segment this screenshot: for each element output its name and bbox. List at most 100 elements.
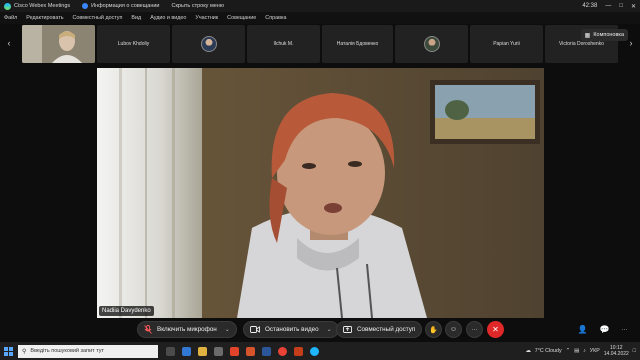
participants-icon: 👤 xyxy=(577,325,588,334)
menu-edit[interactable]: Редактировать xyxy=(26,15,63,21)
word-icon[interactable] xyxy=(262,346,271,356)
more-icon: ··· xyxy=(621,326,628,333)
hand-icon: ✋ xyxy=(429,326,438,334)
chrome-icon[interactable] xyxy=(278,346,287,356)
search-icon: ⚲ xyxy=(22,348,27,355)
main-video[interactable]: Nadiia Davydenko xyxy=(97,68,544,318)
menu-participant[interactable]: Участник xyxy=(195,15,218,21)
meeting-info-label: Информация о совещании xyxy=(91,3,160,9)
speaker-video-feed xyxy=(97,68,544,318)
menu-meeting[interactable]: Совещание xyxy=(227,15,256,21)
file-explorer-icon[interactable] xyxy=(198,346,207,356)
participant-name: Papian Yurii xyxy=(493,41,520,47)
participant-tile-lubov[interactable]: Lubov Khdoliy xyxy=(97,25,170,63)
chat-panel-button[interactable]: 💬 xyxy=(596,321,613,338)
unmute-button[interactable]: Включить микрофон ⌄ xyxy=(137,321,237,338)
taskbar-search[interactable]: ⚲ Введіть пошуковий запит тут xyxy=(18,344,158,358)
strip-next-icon[interactable]: › xyxy=(626,37,636,49)
share-button[interactable]: Совместный доступ xyxy=(336,321,423,338)
more-options-button[interactable]: ··· xyxy=(466,321,483,338)
window-controls: 42:38 — □ ✕ xyxy=(582,3,640,10)
taskbar-apps xyxy=(166,346,319,356)
edge-icon[interactable] xyxy=(182,346,191,356)
layout-label: Компоновка xyxy=(593,32,624,38)
webex-taskbar-icon[interactable] xyxy=(310,346,319,356)
menu-file[interactable]: Файл xyxy=(4,15,17,21)
participant-tile-natalia[interactable]: Наталія Бдовенко xyxy=(322,25,393,63)
task-view-icon[interactable] xyxy=(166,346,175,356)
participant-tile-avatar-1[interactable] xyxy=(172,25,245,63)
menu-audio-video[interactable]: Аудио и видео xyxy=(150,15,186,21)
system-tray: ☁ 7°C Cloudy ⌃ ▤ ♪ УКР 10:12 14.04.2022 … xyxy=(526,345,640,357)
search-placeholder: Введіть пошуковий запит тут xyxy=(30,348,105,354)
info-icon xyxy=(82,3,89,9)
chat-icon: 💬 xyxy=(599,325,610,334)
minimize-icon[interactable]: — xyxy=(605,3,611,9)
taskbar-clock[interactable]: 10:12 14.04.2022 xyxy=(604,345,629,357)
webex-window: Cisco Webex Meetings Информация о совеща… xyxy=(0,0,640,360)
avatar xyxy=(423,36,440,52)
menu-help[interactable]: Справка xyxy=(265,15,286,21)
menu-bar: Файл Редактировать Совместный доступ Вид… xyxy=(0,12,640,24)
weather-icon: ☁ xyxy=(525,348,531,354)
strip-prev-icon[interactable]: ‹ xyxy=(4,37,14,49)
chevron-down-icon[interactable]: ⌄ xyxy=(225,326,230,333)
opera-icon[interactable] xyxy=(230,346,239,356)
weather-text[interactable]: 7°C Cloudy xyxy=(535,348,562,354)
smiley-icon: ☺ xyxy=(449,326,458,333)
avatar xyxy=(200,36,217,52)
app-title: Cisco Webex Meetings xyxy=(14,3,71,9)
hide-menu-button[interactable]: Скрыть строку меню xyxy=(172,3,224,9)
video-camera-icon xyxy=(250,326,260,333)
reactions-button[interactable]: ☺ xyxy=(445,321,462,338)
store-icon[interactable] xyxy=(214,346,223,356)
participant-tile-ilchuk[interactable]: Ilchuk M. xyxy=(247,25,320,63)
webex-logo-icon xyxy=(4,2,11,10)
menu-share[interactable]: Совместный доступ xyxy=(73,15,123,21)
office-icon[interactable] xyxy=(246,346,255,356)
windows-start-icon[interactable] xyxy=(4,346,13,356)
network-icon[interactable]: ▤ xyxy=(574,348,579,354)
participant-name: Victoria Doroshenko xyxy=(559,41,604,47)
title-bar: Cisco Webex Meetings Информация о совеща… xyxy=(0,0,640,12)
layout-button[interactable]: ▦ Компоновка xyxy=(580,29,628,41)
meeting-clock: 42:38 xyxy=(582,3,598,9)
stop-video-button[interactable]: Остановить видео ⌄ xyxy=(243,321,339,338)
more-icon: ··· xyxy=(471,326,478,333)
panel-more-button[interactable]: ··· xyxy=(616,321,633,338)
layout-icon: ▦ xyxy=(584,32,591,39)
participant-tile-papian[interactable]: Papian Yurii xyxy=(470,25,543,63)
language-indicator[interactable]: УКР xyxy=(590,348,600,354)
share-icon xyxy=(343,325,352,333)
meeting-info-button[interactable]: Информация о совещании xyxy=(82,3,160,9)
hide-menu-label: Скрыть строку меню xyxy=(171,3,224,9)
menu-view[interactable]: Вид xyxy=(131,15,141,21)
powerpoint-icon[interactable] xyxy=(294,346,303,356)
participants-panel-button[interactable]: 👤 xyxy=(574,321,591,338)
participant-tile-video[interactable] xyxy=(22,25,95,63)
speaker-name-tag: Nadiia Davydenko xyxy=(99,306,154,316)
end-meeting-button[interactable]: ✕ xyxy=(487,321,504,338)
mic-muted-icon xyxy=(144,325,152,334)
chevron-down-icon[interactable]: ⌄ xyxy=(327,326,332,333)
windows-taskbar: ⚲ Введіть пошуковий запит тут ☁ 7°C Clou… xyxy=(0,342,640,360)
video-stage: Nadiia Davydenko xyxy=(0,64,640,318)
notifications-icon[interactable]: □ xyxy=(633,348,636,354)
participant-strip: ‹ Lubov Khdoliy Ilchuk M. Наталія Бдовен… xyxy=(0,24,640,64)
clock-date: 14.04.2022 xyxy=(603,351,629,357)
participant-name: Наталія Бдовенко xyxy=(336,41,379,47)
volume-icon[interactable]: ♪ xyxy=(583,348,586,354)
stop-video-label: Остановить видео xyxy=(265,326,319,333)
chevron-up-icon[interactable]: ⌃ xyxy=(566,348,570,354)
maximize-icon[interactable]: □ xyxy=(619,3,623,9)
participant-tile-avatar-2[interactable] xyxy=(395,25,468,63)
participant-name: Ilchuk M. xyxy=(273,41,294,47)
participant-name: Lubov Khdoliy xyxy=(117,41,150,47)
participant-video-thumbnail xyxy=(22,25,95,63)
unmute-label: Включить микрофон xyxy=(157,326,217,333)
share-label: Совместный доступ xyxy=(357,326,416,333)
close-icon[interactable]: ✕ xyxy=(631,3,636,10)
close-icon: ✕ xyxy=(492,325,499,334)
raise-hand-button[interactable]: ✋ xyxy=(425,321,442,338)
meeting-controls: Включить микрофон ⌄ Остановить видео ⌄ С… xyxy=(0,318,640,342)
